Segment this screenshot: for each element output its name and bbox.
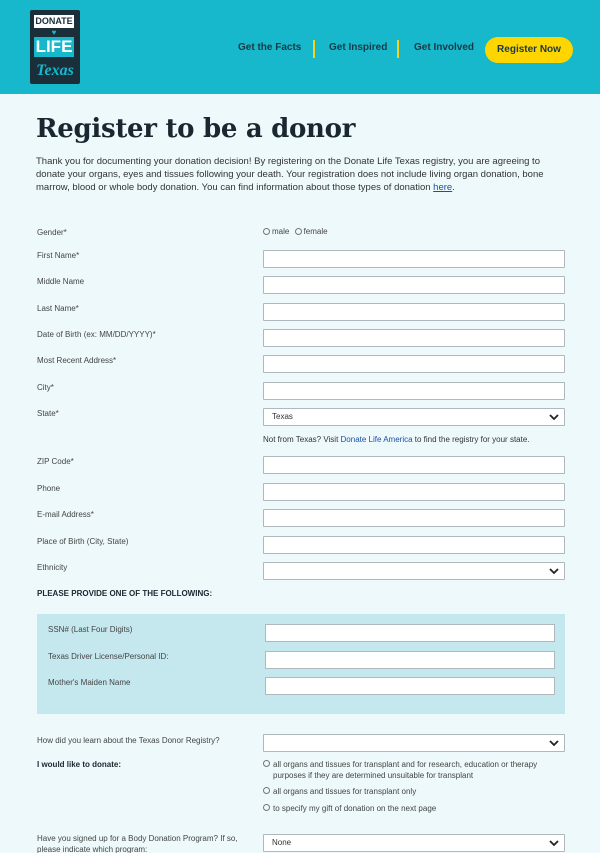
- heart-icon: ♥: [51, 28, 57, 37]
- donate-life-america-link[interactable]: Donate Life America: [341, 435, 413, 444]
- chevron-down-icon: [549, 568, 559, 575]
- gender-radio-group: male female: [263, 227, 328, 236]
- page-title: Register to be a donor: [36, 114, 356, 144]
- ssn-input[interactable]: [265, 624, 555, 642]
- nav-divider: [397, 40, 399, 58]
- birthplace-label: Place of Birth (City, State): [37, 537, 129, 546]
- address-input[interactable]: [263, 355, 565, 373]
- logo-line-3: Texas: [36, 62, 74, 79]
- ssn-label: SSN# (Last Four Digits): [48, 625, 133, 634]
- birthplace-input[interactable]: [263, 536, 565, 554]
- phone-input[interactable]: [263, 483, 565, 501]
- learn-label: How did you learn about the Texas Donor …: [37, 736, 220, 745]
- radio-icon[interactable]: [263, 787, 270, 794]
- body-program-value: None: [272, 838, 292, 847]
- state-note-prefix: Not from Texas? Visit: [263, 435, 341, 444]
- donate-label: I would like to donate:: [37, 760, 121, 769]
- donate-option[interactable]: all organs and tissues for transplant an…: [263, 759, 553, 781]
- first-name-label: First Name*: [37, 251, 80, 260]
- license-label: Texas Driver License/Personal ID:: [48, 652, 169, 661]
- chevron-down-icon: [549, 840, 559, 847]
- last-name-label: Last Name*: [37, 304, 79, 313]
- donate-option[interactable]: all organs and tissues for transplant on…: [263, 786, 553, 797]
- chevron-down-icon: [549, 740, 559, 747]
- nav-get-involved[interactable]: Get Involved: [414, 42, 474, 53]
- provide-one-heading: PLEASE PROVIDE ONE OF THE FOLLOWING:: [37, 589, 213, 598]
- chevron-down-icon: [549, 414, 559, 421]
- gender-label: Gender*: [37, 228, 67, 237]
- body-program-select[interactable]: None: [263, 834, 565, 852]
- donate-option-label: all organs and tissues for transplant an…: [273, 760, 538, 780]
- male-radio[interactable]: [263, 228, 270, 235]
- radio-icon[interactable]: [263, 760, 270, 767]
- zip-label: ZIP Code*: [37, 457, 74, 466]
- donate-option[interactable]: to specify my gift of donation on the ne…: [263, 803, 553, 814]
- middle-name-label: Middle Name: [37, 277, 85, 286]
- nav-get-the-facts[interactable]: Get the Facts: [238, 42, 301, 53]
- license-input[interactable]: [265, 651, 555, 669]
- state-label: State*: [37, 409, 59, 418]
- intro-body: Thank you for documenting your donation …: [36, 156, 544, 193]
- last-name-input[interactable]: [263, 303, 565, 321]
- here-link[interactable]: here: [433, 182, 452, 193]
- donate-life-texas-logo[interactable]: DONATE ♥ LIFE Texas: [30, 10, 80, 84]
- female-radio[interactable]: [294, 228, 302, 235]
- state-note-suffix: to find the registry for your state.: [412, 435, 530, 444]
- state-note: Not from Texas? Visit Donate Life Americ…: [263, 435, 530, 444]
- address-label: Most Recent Address*: [37, 356, 117, 365]
- state-select[interactable]: Texas: [263, 408, 565, 426]
- middle-name-input[interactable]: [263, 276, 565, 294]
- ethnicity-select[interactable]: [263, 562, 565, 580]
- city-label: City*: [37, 383, 54, 392]
- ethnicity-label: Ethnicity: [37, 563, 68, 572]
- logo-line-1: DONATE: [34, 15, 74, 28]
- email-input[interactable]: [263, 509, 565, 527]
- intro-end: .: [452, 182, 455, 193]
- dob-label: Date of Birth (ex: MM/DD/YYYY)*: [37, 330, 156, 339]
- state-select-value: Texas: [272, 412, 293, 421]
- logo-line-2: LIFE: [34, 37, 74, 57]
- maiden-name-label: Mother's Maiden Name: [48, 678, 131, 687]
- first-name-input[interactable]: [263, 250, 565, 268]
- female-radio-label: female: [303, 227, 328, 236]
- city-input[interactable]: [263, 382, 565, 400]
- phone-label: Phone: [37, 484, 61, 493]
- site-header: DONATE ♥ LIFE Texas Get the Facts Get In…: [0, 0, 600, 94]
- email-label: E-mail Address*: [37, 510, 94, 519]
- male-radio-label: male: [272, 227, 290, 236]
- donate-option-label: all organs and tissues for transplant on…: [273, 787, 417, 796]
- body-program-label: Have you signed up for a Body Donation P…: [37, 834, 238, 853]
- register-now-button[interactable]: Register Now: [485, 37, 573, 63]
- donate-option-label: to specify my gift of donation on the ne…: [273, 804, 437, 813]
- intro-text: Thank you for documenting your donation …: [36, 155, 564, 194]
- maiden-name-input[interactable]: [265, 677, 555, 695]
- nav-get-inspired[interactable]: Get Inspired: [329, 42, 387, 53]
- nav-divider: [313, 40, 315, 58]
- zip-input[interactable]: [263, 456, 565, 474]
- dob-input[interactable]: [263, 329, 565, 347]
- learn-select[interactable]: [263, 734, 565, 752]
- radio-icon[interactable]: [263, 804, 270, 811]
- identification-panel: SSN# (Last Four Digits) Texas Driver Lic…: [37, 614, 565, 714]
